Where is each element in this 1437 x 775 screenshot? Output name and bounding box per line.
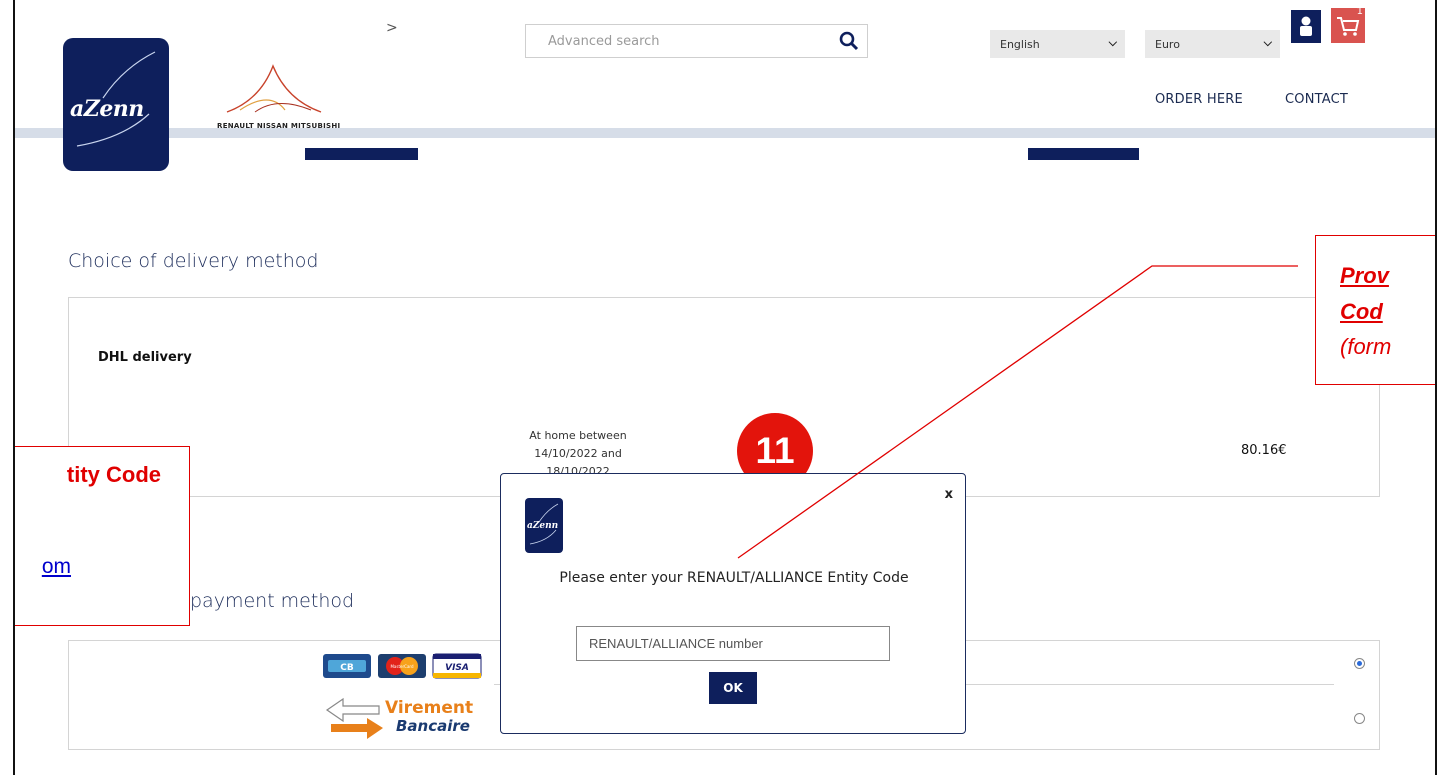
callout-line: tity Code (66, 462, 161, 487)
chevron-down-icon: ⌵ (1108, 36, 1117, 49)
delivery-method-name: DHL delivery (98, 350, 192, 365)
alliance-emblem-icon (226, 64, 322, 113)
dialog-message: Please enter your RENAULT/ALLIANCE Entit… (559, 570, 909, 586)
user-icon (1300, 16, 1312, 36)
checkout-page: > RENAULT NISSAN MITSUBISHI Advanced sea… (15, 0, 1435, 775)
card-logos: CB MasterCard VISA (323, 651, 483, 685)
close-icon[interactable]: x (945, 487, 953, 502)
nav-order-here[interactable]: ORDER HERE (1155, 92, 1243, 107)
cb-card-icon: CB (323, 654, 371, 678)
entity-code-input[interactable]: RENAULT/ALLIANCE number (576, 626, 890, 661)
logo-text: aZenn (70, 96, 144, 122)
transfer-label-2: Bancaire (396, 717, 470, 735)
callout-left: tity Code om (15, 446, 190, 626)
dialog-logo: aZenn (525, 498, 563, 553)
card-label: CB (340, 663, 354, 673)
alliance-name: RENAULT NISSAN MITSUBISHI (217, 122, 341, 130)
delivery-price: 80.16€ (1241, 443, 1287, 458)
azenn-logo[interactable]: aZenn (63, 38, 169, 171)
delivery-date-line: At home between (529, 429, 627, 442)
account-button[interactable] (1291, 10, 1321, 43)
language-select[interactable]: English ⌵ (990, 30, 1125, 58)
nav-contact[interactable]: CONTACT (1285, 92, 1348, 107)
transfer-arrows-icon (325, 697, 383, 739)
callout-line: Cod (1340, 299, 1383, 324)
currency-select[interactable]: Euro ⌵ (1145, 30, 1280, 58)
search-bar[interactable]: Advanced search (525, 24, 868, 58)
payment-radio-card[interactable] (1354, 658, 1365, 669)
visa-icon: VISA (432, 653, 482, 679)
language-value: English (1000, 38, 1040, 51)
callout-right: Prov Cod (form (1315, 235, 1435, 385)
breadcrumb-chevron[interactable]: > (386, 20, 398, 36)
payment-section-title: payment method (190, 590, 355, 612)
site-header: > RENAULT NISSAN MITSUBISHI Advanced sea… (15, 0, 1435, 138)
alliance-logo: RENAULT NISSAN MITSUBISHI (215, 60, 345, 130)
bank-transfer-logo: Virement Bancaire (323, 696, 481, 740)
delivery-section-title: Choice of delivery method (68, 250, 319, 272)
cart-button[interactable]: 1 (1331, 6, 1365, 43)
mastercard-icon: MasterCard (378, 654, 426, 678)
search-placeholder[interactable]: Advanced search (548, 34, 660, 49)
chevron-down-icon: ⌵ (1263, 36, 1272, 49)
delivery-option-card[interactable]: DHL delivery At home between 14/10/2022 … (68, 297, 1380, 497)
entity-code-dialog: x aZenn Please enter your RENAULT/ALLIAN… (500, 473, 966, 734)
step-button-previous[interactable] (305, 148, 418, 160)
dialog-logo-text: aZenn (527, 521, 559, 531)
step-button-next[interactable] (1028, 148, 1139, 160)
currency-value: Euro (1155, 38, 1180, 51)
card-label: VISA (445, 663, 469, 673)
delivery-date-line: 14/10/2022 and (534, 447, 622, 460)
payment-radio-transfer[interactable] (1354, 713, 1365, 724)
screenshot-frame: > RENAULT NISSAN MITSUBISHI Advanced sea… (13, 0, 1437, 775)
callout-line: (form (1340, 334, 1392, 359)
callout-line: Prov (1340, 263, 1389, 288)
card-label: MasterCard (390, 664, 413, 669)
cart-count-badge: 1 (1356, 6, 1363, 17)
transfer-label-1: Virement (385, 698, 474, 718)
callout-link[interactable]: om (42, 555, 71, 579)
search-icon[interactable] (839, 31, 859, 55)
ok-button[interactable]: OK (709, 672, 757, 704)
